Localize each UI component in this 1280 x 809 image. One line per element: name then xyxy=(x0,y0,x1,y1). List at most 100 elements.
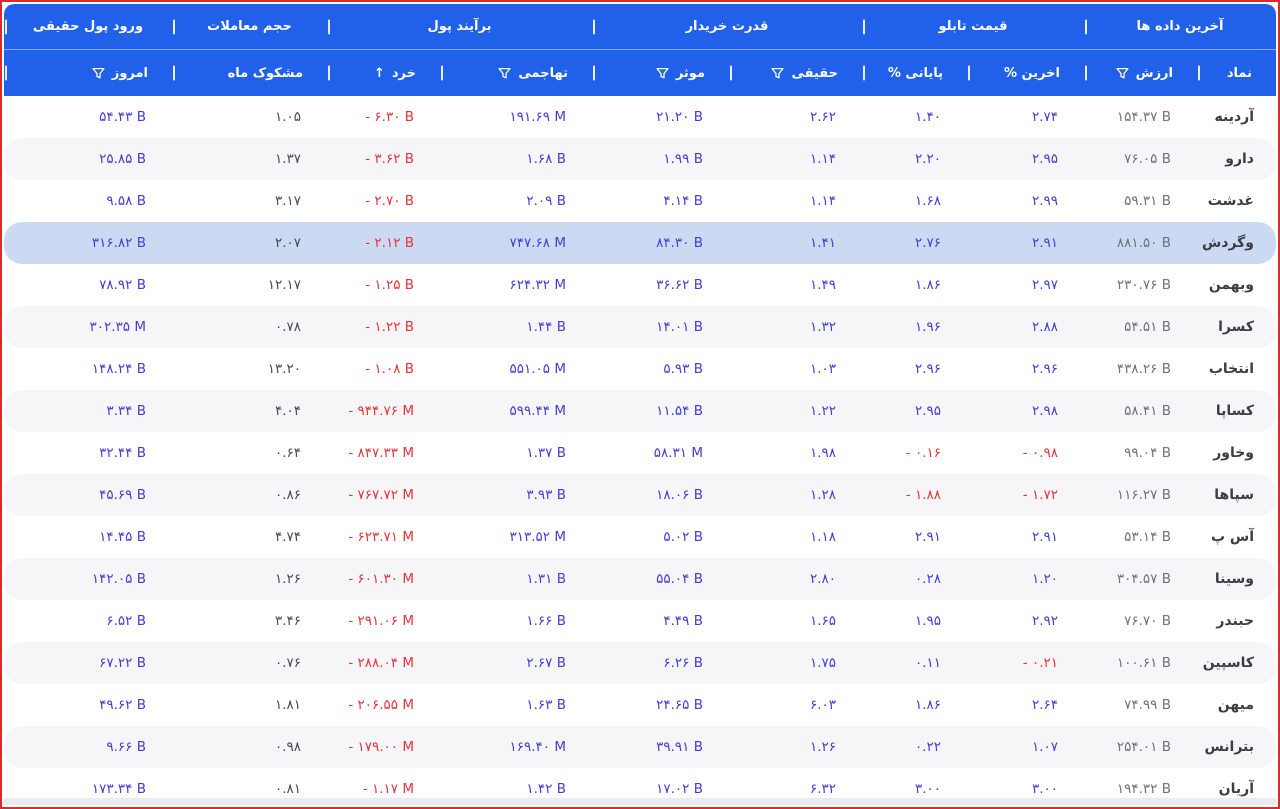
column-separator xyxy=(173,19,175,34)
effective-cell: ۱۱.۵۴ B xyxy=(592,390,729,432)
retail-cell: - ۱۷۹.۰۰ M xyxy=(327,726,440,768)
today-cell: ۳.۳۴ B xyxy=(4,390,172,432)
symbol-cell: غدشت xyxy=(1197,180,1276,222)
table-row[interactable]: میهن۷۴.۹۹ B۲.۶۴۱.۸۶۶.۰۳۲۴.۶۵ B۱.۶۳ B- ۲۰… xyxy=(4,684,1276,726)
close_pct-cell: ۱.۴۰ xyxy=(862,96,967,138)
column-header-label: ارزش xyxy=(1136,66,1173,81)
table-row[interactable]: وگردش۸۸۱.۵۰ B۲.۹۱۲.۷۶۱.۴۱۸۴.۳۰ B۷۴۷.۶۸ M… xyxy=(4,222,1276,264)
table-row[interactable]: غدشت۵۹.۳۱ B۲.۹۹۱.۶۸۱.۱۴۴.۱۴ B۲.۰۹ B- ۲.۷… xyxy=(4,180,1276,222)
value-cell: ۷۶.۰۵ B xyxy=(1084,138,1197,180)
column-header-row: نماد ارزش اخرین % پایانی % حقیقیموثرتهاجمیخر… xyxy=(4,50,1276,96)
effective-cell: ۱.۹۹ B xyxy=(592,138,729,180)
column-header-close_pct[interactable]: پایانی % xyxy=(862,50,967,96)
table-row[interactable]: آس پ۵۳.۱۴ B۲.۹۱۲.۹۱۱.۱۸۵.۰۲ B۳۱۳.۵۲ M- ۶… xyxy=(4,516,1276,558)
value-cell: ۱۱۶.۲۷ B xyxy=(1084,474,1197,516)
symbol-cell: وسینا xyxy=(1197,558,1276,600)
suspicious_month-cell: ۱۲.۱۷ xyxy=(172,264,327,306)
suspicious_month-cell: ۳.۱۷ xyxy=(172,180,327,222)
horizontal-scrollbar[interactable] xyxy=(4,798,1276,805)
table-row[interactable]: وسینا۳۰۴.۵۷ B۱.۲۰۰.۲۸۲.۸۰۵۵.۰۴ B۱.۳۱ B- … xyxy=(4,558,1276,600)
table-row[interactable]: حبندر۷۶.۷۰ B۲.۹۲۱.۹۵۱.۶۵۴.۴۹ B۱.۶۶ B- ۲۹… xyxy=(4,600,1276,642)
table-row[interactable]: کاسپین۱۰۰.۶۱ B- ۰.۲۱۰.۱۱۱.۷۵۶.۲۶ B۲.۶۷ B… xyxy=(4,642,1276,684)
suspicious_month-cell: ۴.۰۴ xyxy=(172,390,327,432)
group-header-0: آخرین داده ها xyxy=(1084,4,1276,49)
column-header-last_pct[interactable]: اخرین % xyxy=(967,50,1084,96)
retail-cell: - ۱.۲۲ B xyxy=(327,306,440,348)
table-row[interactable]: سپاها۱۱۶.۲۷ B- ۱.۷۲- ۱.۸۸۱.۲۸۱۸.۰۶ B۳.۹۳… xyxy=(4,474,1276,516)
table-row[interactable]: انتخاب۴۳۸.۲۶ B۲.۹۶۲.۹۶۱.۰۳۵.۹۳ B۵۵۱.۰۵ M… xyxy=(4,348,1276,390)
suspicious_month-cell: ۱.۸۱ xyxy=(172,684,327,726)
table-row[interactable]: کسرا۵۴.۵۱ B۲.۸۸۱.۹۶۱.۳۲۱۴.۰۱ B۱.۴۴ B- ۱.… xyxy=(4,306,1276,348)
real-cell: ۱.۱۴ xyxy=(729,138,862,180)
today-cell: ۶۷.۲۲ B xyxy=(4,642,172,684)
symbol-cell: وخاور xyxy=(1197,432,1276,474)
filter-icon[interactable] xyxy=(656,67,669,80)
column-header-real[interactable]: حقیقی xyxy=(729,50,862,96)
column-header-label: اخرین % xyxy=(1004,66,1060,81)
group-header-label: آخرین داده ها xyxy=(1137,19,1224,34)
real-cell: ۱.۴۹ xyxy=(729,264,862,306)
retail-cell: - ۲۸۸.۰۴ M xyxy=(327,642,440,684)
filter-icon[interactable] xyxy=(771,67,784,80)
close_pct-cell: ۱.۸۶ xyxy=(862,264,967,306)
group-header-label: برآیند پول xyxy=(428,19,492,34)
column-header-aggressive[interactable]: تهاجمی xyxy=(440,50,592,96)
table-row[interactable]: وخاور۹۹.۰۴ B- ۰.۹۸- ۰.۱۶۱.۹۸۵۸.۳۱ M۱.۳۷ … xyxy=(4,432,1276,474)
column-separator xyxy=(5,19,7,34)
retail-cell: - ۲.۱۲ B xyxy=(327,222,440,264)
value-cell: ۷۶.۷۰ B xyxy=(1084,600,1197,642)
symbol-cell: بترانس xyxy=(1197,726,1276,768)
aggressive-cell: ۵۹۹.۴۴ M xyxy=(440,390,592,432)
column-separator xyxy=(730,66,732,81)
suspicious_month-cell: ۰.۷۸ xyxy=(172,306,327,348)
column-header-today[interactable]: امروز xyxy=(4,50,172,96)
table-row[interactable]: کساپا۵۸.۴۱ B۲.۹۸۲.۹۵۱.۲۲۱۱.۵۴ B۵۹۹.۴۴ M-… xyxy=(4,390,1276,432)
column-separator xyxy=(328,66,330,81)
real-cell: ۱.۱۸ xyxy=(729,516,862,558)
retail-cell: - ۶.۳۰ B xyxy=(327,96,440,138)
last_pct-cell: ۲.۹۸ xyxy=(967,390,1084,432)
last_pct-cell: ۲.۹۵ xyxy=(967,138,1084,180)
group-header-row: آخرین داده هاقیمت تابلوقدرت خریداربرآیند… xyxy=(4,4,1276,50)
retail-cell: - ۲.۷۰ B xyxy=(327,180,440,222)
value-cell: ۸۸۱.۵۰ B xyxy=(1084,222,1197,264)
close_pct-cell: ۲.۹۱ xyxy=(862,516,967,558)
effective-cell: ۸۴.۳۰ B xyxy=(592,222,729,264)
symbol-cell: دارو xyxy=(1197,138,1276,180)
column-separator xyxy=(593,19,595,34)
last_pct-cell: ۲.۶۴ xyxy=(967,684,1084,726)
real-cell: ۱.۶۵ xyxy=(729,600,862,642)
suspicious_month-cell: ۰.۸۶ xyxy=(172,474,327,516)
last_pct-cell: ۲.۹۱ xyxy=(967,222,1084,264)
table-row[interactable]: بترانس۲۵۴.۰۱ B۱.۰۷۰.۲۲۱.۲۶۳۹.۹۱ B۱۶۹.۴۰ … xyxy=(4,726,1276,768)
column-header-label: پایانی % xyxy=(888,66,943,81)
column-header-symbol[interactable]: نماد xyxy=(1197,50,1276,96)
aggressive-cell: ۲.۰۹ B xyxy=(440,180,592,222)
column-separator xyxy=(863,19,865,34)
filter-icon[interactable] xyxy=(1116,67,1129,80)
group-header-3: برآیند پول xyxy=(327,4,592,49)
sort-ascending-icon[interactable]: ↑ xyxy=(374,66,385,81)
table-row[interactable]: وبهمن۲۳۰.۷۶ B۲.۹۷۱.۸۶۱.۴۹۳۶.۶۲ B۶۲۴.۳۲ M… xyxy=(4,264,1276,306)
filter-icon[interactable] xyxy=(92,67,105,80)
retail-cell: - ۶۰۱.۳۰ M xyxy=(327,558,440,600)
value-cell: ۵۳.۱۴ B xyxy=(1084,516,1197,558)
retail-cell: - ۶۲۳.۷۱ M xyxy=(327,516,440,558)
filter-icon[interactable] xyxy=(498,67,511,80)
aggressive-cell: ۳۱۳.۵۲ M xyxy=(440,516,592,558)
column-header-effective[interactable]: موثر xyxy=(592,50,729,96)
real-cell: ۱.۷۵ xyxy=(729,642,862,684)
today-cell: ۵۴.۴۳ B xyxy=(4,96,172,138)
retail-cell: - ۷۶۷.۷۲ M xyxy=(327,474,440,516)
column-header-retail[interactable]: خرد↑ xyxy=(327,50,440,96)
suspicious_month-cell: ۲.۰۷ xyxy=(172,222,327,264)
table-row[interactable]: آردینه۱۵۴.۳۷ B۲.۷۴۱.۴۰۲.۶۲۲۱.۲۰ B۱۹۱.۶۹ … xyxy=(4,96,1276,138)
table-row[interactable]: دارو۷۶.۰۵ B۲.۹۵۲.۲۰۱.۱۴۱.۹۹ B۱.۶۸ B- ۳.۶… xyxy=(4,138,1276,180)
suspicious_month-cell: ۴.۷۴ xyxy=(172,516,327,558)
close_pct-cell: ۲.۲۰ xyxy=(862,138,967,180)
real-cell: ۱.۳۲ xyxy=(729,306,862,348)
close_pct-cell: ۰.۲۸ xyxy=(862,558,967,600)
column-header-value[interactable]: ارزش xyxy=(1084,50,1197,96)
aggressive-cell: ۱۹۱.۶۹ M xyxy=(440,96,592,138)
column-header-suspicious_month[interactable]: مشکوک ماه xyxy=(172,50,327,96)
